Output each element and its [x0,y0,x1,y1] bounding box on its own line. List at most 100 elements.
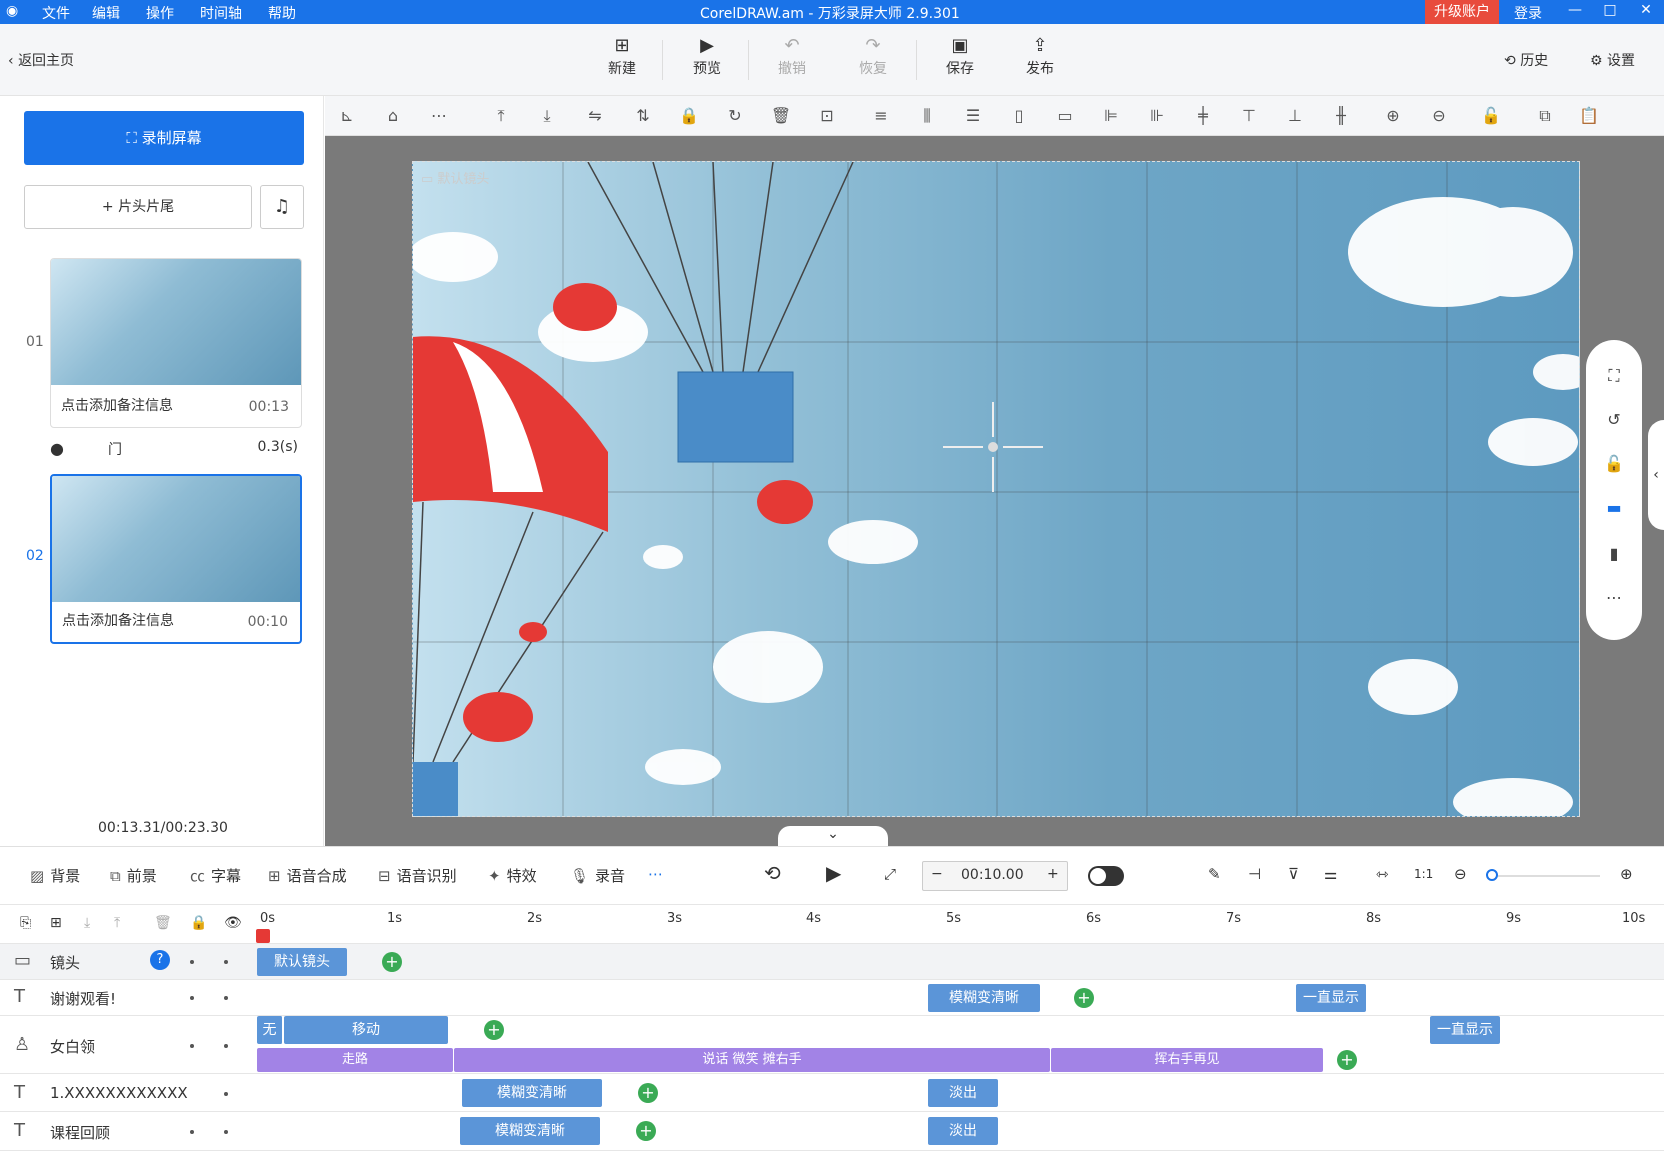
settings-button[interactable]: ⚙ 设置 [1590,50,1635,70]
upgrade-account-button[interactable]: 升级账户 [1425,0,1499,24]
close-icon[interactable]: ✕ [1636,2,1656,20]
align-top-icon[interactable]: ⊤ [1237,104,1261,128]
fit-screen-icon[interactable]: ⛶ [1602,366,1626,390]
delete-icon[interactable]: 🗑 [769,104,793,128]
visibility-dot[interactable] [190,1130,194,1134]
eye-icon[interactable]: 👁 [224,915,242,931]
add-keyframe-icon[interactable]: + [1074,988,1094,1008]
track-text-review[interactable]: T 课程回顾 模糊变清晰 + 淡出 [0,1112,1664,1151]
add-keyframe-icon[interactable]: + [1337,1050,1357,1070]
bring-front-icon[interactable]: ⤒ [489,104,513,128]
action-clip[interactable]: 走路 [257,1048,453,1072]
new-scene-icon[interactable]: ⎘ [20,915,31,931]
zoom-out-icon[interactable]: ⊖ [1427,104,1451,128]
effect-clip[interactable]: 一直显示 [1296,984,1366,1012]
align-hcenter-icon[interactable]: ╪ [1191,104,1215,128]
menu-help[interactable]: 帮助 [268,3,296,23]
lock-dot[interactable] [224,1092,228,1096]
minus-icon[interactable]: − [931,866,943,882]
scene-card-1[interactable]: 点击添加备注信息 00:13 [50,258,302,428]
move-up-icon[interactable]: ⤒ [114,915,120,931]
effects-button[interactable]: ✦ 特效 [488,865,537,886]
actual-size-icon[interactable]: 1:1 [1414,867,1433,881]
effect-clip[interactable]: 移动 [284,1016,448,1044]
copy-icon[interactable]: ⧉ [1533,104,1557,128]
effect-clip[interactable]: 无 [257,1016,283,1044]
visibility-dot[interactable] [190,1044,194,1048]
flip-horizontal-icon[interactable]: ⇋ [583,104,607,128]
flip-vertical-icon[interactable]: ⇅ [631,104,655,128]
intro-outro-button[interactable]: + 片头片尾 [24,185,252,229]
effect-clip[interactable]: 淡出 [928,1079,998,1107]
effect-clip[interactable]: 模糊变清晰 [460,1117,600,1145]
align-bottom-icon[interactable]: ⊥ [1283,104,1307,128]
track-camera[interactable]: ▭ 镜头 ? 默认镜头 + [0,944,1664,980]
preview-button[interactable]: ▶ 预览 [677,34,737,78]
record-screen-button[interactable]: ⛶ 录制屏幕 [24,111,304,165]
align-left-icon[interactable]: ⊫ [1099,104,1123,128]
replay-icon[interactable]: ⟲ [764,861,781,885]
foreground-button[interactable]: ⧉ 前景 [110,865,157,886]
menu-timeline[interactable]: 时间轴 [200,3,242,23]
send-back-icon[interactable]: ⤓ [535,104,559,128]
effect-clip[interactable]: 淡出 [928,1117,998,1145]
lock-dot[interactable] [224,960,228,964]
add-keyframe-icon[interactable]: + [382,952,402,972]
camera-clip[interactable]: 默认镜头 [257,948,347,976]
visibility-dot[interactable] [190,996,194,1000]
zoom-slider-thumb[interactable] [1486,869,1499,881]
ruler-ticks[interactable]: 0s 1s 2s 3s 4s 5s 6s 7s 8s 9s 10s [256,905,1656,945]
chevron-down-icon[interactable]: ⌄ [778,826,888,846]
scene-card-2[interactable]: 点击添加备注信息 00:10 [50,474,302,644]
split-icon[interactable]: ⊣ [1248,865,1261,883]
zoom-in-icon[interactable]: ⊕ [1381,104,1405,128]
plus-icon[interactable]: + [1047,866,1059,882]
toggle-switch[interactable] [1088,866,1124,886]
unlock-icon[interactable]: 🔓 [1479,104,1503,128]
lock-icon[interactable]: 🔒 [677,104,701,128]
distribute-icon[interactable]: ⫼ [915,104,939,128]
zoom-out-icon[interactable]: ⊖ [1454,865,1467,883]
align-vcenter-icon[interactable]: ╫ [1329,104,1353,128]
lock-dot[interactable] [224,1130,228,1134]
home-icon[interactable]: ⌂ [381,104,405,128]
column-icon[interactable]: ▯ [1007,104,1031,128]
subtitle-button[interactable]: ㏄字幕 [190,865,241,886]
minimize-icon[interactable]: — [1565,2,1585,20]
playhead[interactable] [256,929,270,943]
menu-edit[interactable]: 编辑 [92,3,120,23]
back-home-button[interactable]: ‹ 返回主页 [8,50,74,70]
monitor-icon[interactable]: ▬ [1602,498,1626,522]
speech-recognition-button[interactable]: ⊟ 语音识别 [378,865,457,886]
unlock-icon[interactable]: 🔓 [1602,454,1626,478]
zoom-slider[interactable] [1486,869,1600,881]
history-button[interactable]: ⟲ 历史 [1504,50,1548,70]
more-icon[interactable]: ⋯ [1602,588,1626,612]
track-text-thanks[interactable]: T 谢谢观看! 模糊变清晰 + 一直显示 [0,980,1664,1016]
tts-button[interactable]: ⊞ 语音合成 [268,865,347,886]
background-button[interactable]: ▨ 背景 [30,865,80,886]
action-clip[interactable]: 说话 微笑 摊右手 [454,1048,1050,1072]
more-circle-icon[interactable]: ⋯ [427,104,451,128]
save-button[interactable]: ▣ 保存 [930,34,990,78]
adjust-icon[interactable]: ⚌ [1324,865,1337,883]
music-button[interactable]: ♫ [260,185,304,229]
publish-button[interactable]: ⇪ 发布 [1010,34,1070,78]
align-right-icon[interactable]: ⊪ [1145,104,1169,128]
rotate-icon[interactable]: ↺ [1602,410,1626,434]
login-link[interactable]: 登录 [1514,3,1542,23]
align-center-icon[interactable]: ≡ [869,104,893,128]
fullscreen-icon[interactable]: ⤢ [884,865,896,883]
record-audio-button[interactable]: 🎙 录音 [570,865,625,886]
track-text-1[interactable]: T 1.XXXXXXXXXXXX 模糊变清晰 + 淡出 [0,1074,1664,1112]
more-circle-icon[interactable]: ⋯ [648,865,663,883]
fit-width-icon[interactable]: ⇿ [1376,865,1389,883]
track-character[interactable]: ♙ 女白领 无 移动 + 一直显示 走路 说话 微笑 摊右手 挥右手再见 + [0,1016,1664,1074]
undo-button[interactable]: ↶ 撤销 [762,34,822,78]
filter-icon[interactable]: ⊽ [1288,865,1299,883]
paste-icon[interactable]: 📋 [1577,104,1601,128]
delete-icon[interactable]: 🗑 [154,915,172,931]
add-keyframe-icon[interactable]: + [636,1121,656,1141]
edit-icon[interactable]: ✎ [1208,865,1221,883]
phone-icon[interactable]: ▮ [1602,544,1626,568]
